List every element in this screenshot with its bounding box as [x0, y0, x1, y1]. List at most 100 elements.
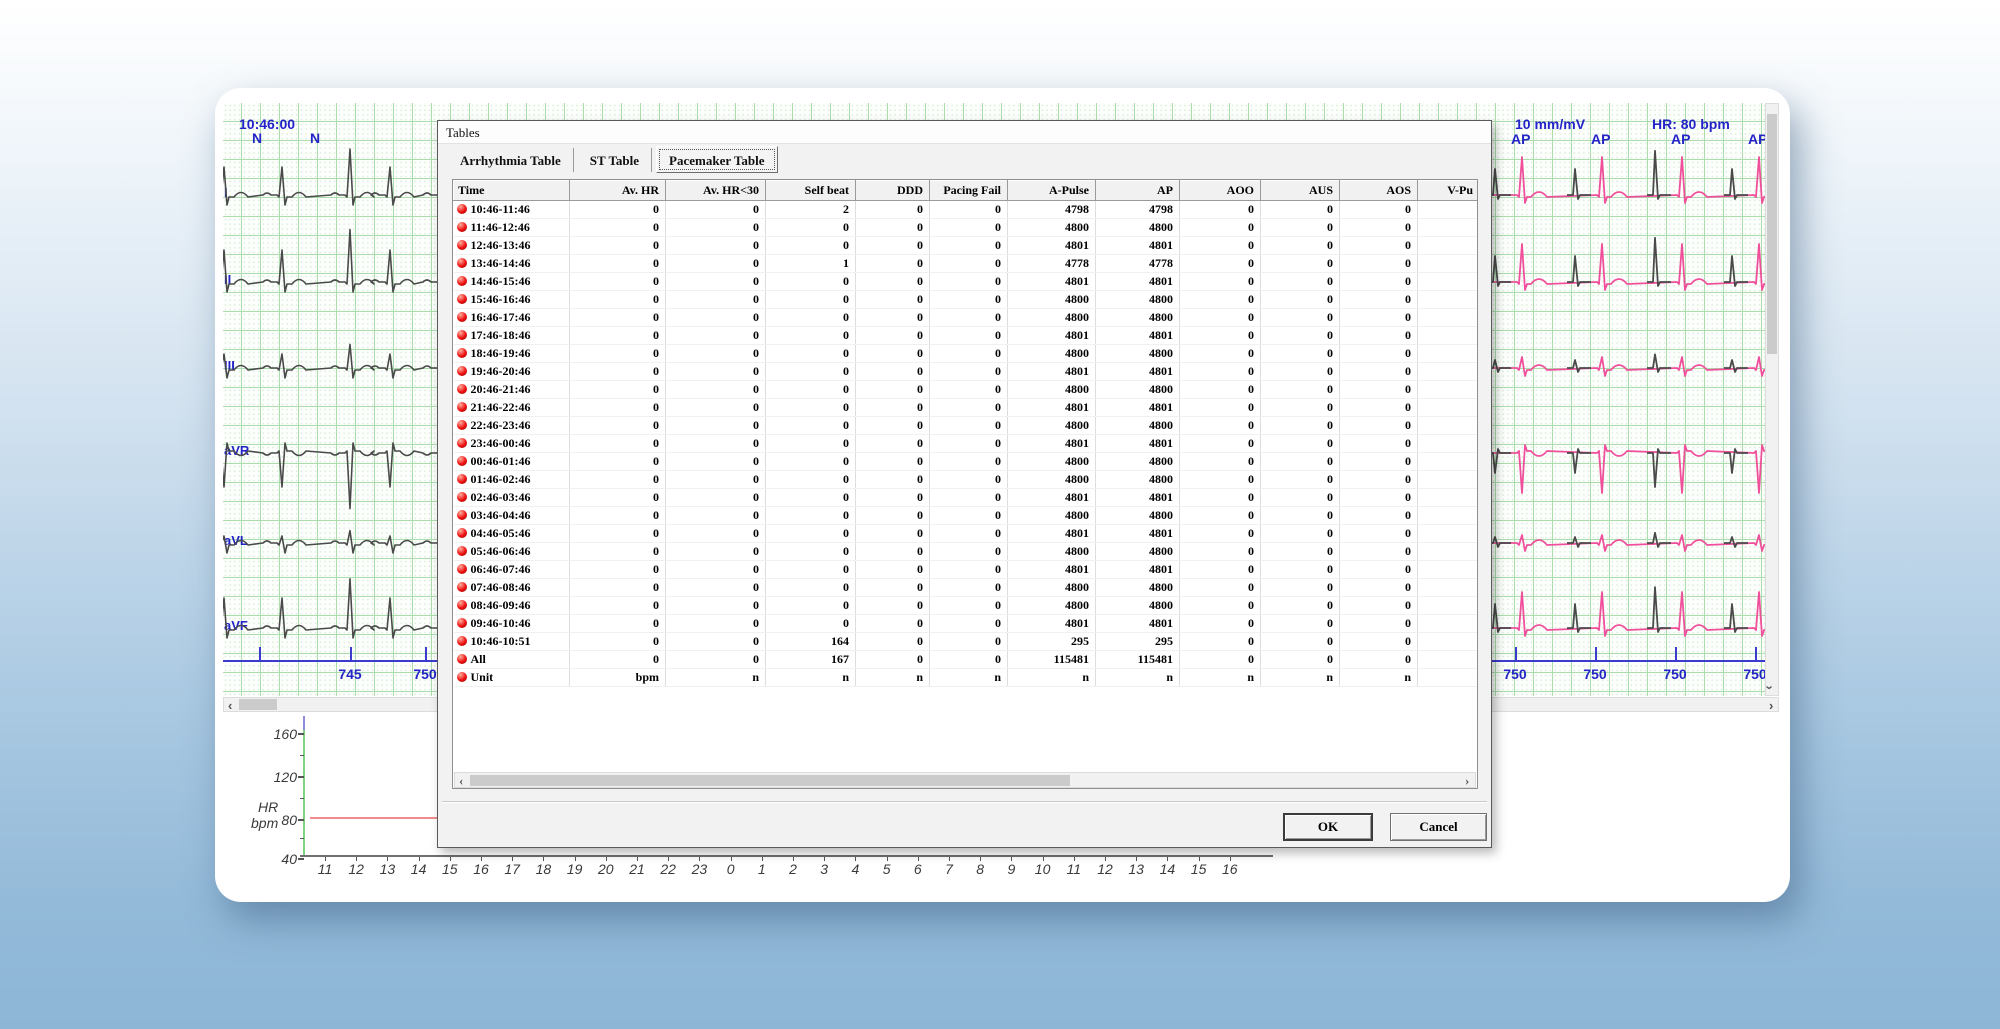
- table-row[interactable]: 10:46-10:510016400295295000: [454, 633, 1479, 651]
- hr-y-minor-tick: [300, 755, 304, 756]
- table-row[interactable]: 05:46-06:460000048004800000: [454, 543, 1479, 561]
- horizontal-scrollbar-thumb[interactable]: [239, 699, 277, 710]
- table-row[interactable]: 19:46-20:460000048014801000: [454, 363, 1479, 381]
- table-header-row[interactable]: TimeAv. HRAv. HR<30Self beatDDDPacing Fa…: [454, 181, 1479, 201]
- table-row[interactable]: 09:46-10:460000048014801000: [454, 615, 1479, 633]
- table-row[interactable]: 10:46-11:460020047984798000: [454, 201, 1479, 219]
- column-header-av-hr-30[interactable]: Av. HR<30: [666, 181, 766, 201]
- red-event-icon: [457, 420, 467, 430]
- table-row[interactable]: 22:46-23:460000048004800000: [454, 417, 1479, 435]
- time-cell: 22:46-23:46: [454, 417, 570, 435]
- value-cell: 0: [856, 651, 930, 669]
- ecg-vertical-scrollbar[interactable]: ›: [1765, 103, 1779, 696]
- tab-arrhythmia-table[interactable]: Arrhythmia Table: [448, 148, 574, 172]
- red-event-icon: [457, 258, 467, 268]
- value-cell: 0: [930, 489, 1008, 507]
- value-cell: 0: [930, 525, 1008, 543]
- table-row[interactable]: All0016700115481115481000: [454, 651, 1479, 669]
- value-cell: 0: [570, 453, 666, 471]
- table-row[interactable]: 14:46-15:460000048014801000: [454, 273, 1479, 291]
- red-event-icon: [457, 312, 467, 322]
- cancel-button[interactable]: Cancel: [1390, 813, 1487, 841]
- timeline-tick: [1675, 647, 1677, 660]
- table-row[interactable]: 06:46-07:460000048014801000: [454, 561, 1479, 579]
- value-cell: 4801: [1008, 363, 1096, 381]
- table-row[interactable]: 18:46-19:460000048004800000: [454, 345, 1479, 363]
- column-header-pacing-fail[interactable]: Pacing Fail: [930, 181, 1008, 201]
- value-cell: 0: [1261, 255, 1340, 273]
- time-cell: 16:46-17:46: [454, 309, 570, 327]
- table-row[interactable]: 15:46-16:460000048004800000: [454, 291, 1479, 309]
- scroll-down-icon[interactable]: ›: [1764, 685, 1777, 689]
- value-cell: 0: [1261, 489, 1340, 507]
- table-row[interactable]: 17:46-18:460000048014801000: [454, 327, 1479, 345]
- value-cell: 0: [666, 201, 766, 219]
- value-cell: 0: [666, 255, 766, 273]
- table-row[interactable]: 00:46-01:460000048004800000: [454, 453, 1479, 471]
- value-cell: 0: [1180, 291, 1261, 309]
- value-cell: 0: [570, 489, 666, 507]
- time-cell: 19:46-20:46: [454, 363, 570, 381]
- column-header-self-beat[interactable]: Self beat: [766, 181, 856, 201]
- column-header-ap[interactable]: AP: [1096, 181, 1180, 201]
- vertical-scrollbar-thumb[interactable]: [1767, 114, 1777, 354]
- value-cell: 0: [1261, 597, 1340, 615]
- value-cell: 0: [666, 273, 766, 291]
- value-cell: 0: [856, 597, 930, 615]
- scroll-left-icon[interactable]: ‹: [228, 699, 232, 712]
- table-scroll-left-icon[interactable]: ‹: [459, 774, 463, 787]
- column-header-av-hr[interactable]: Av. HR: [570, 181, 666, 201]
- value-cell: 115481: [1096, 651, 1180, 669]
- column-header-ddd[interactable]: DDD: [856, 181, 930, 201]
- value-cell: 0: [1180, 381, 1261, 399]
- value-cell: 0: [666, 471, 766, 489]
- tab-pacemaker-table[interactable]: Pacemaker Table: [656, 146, 777, 173]
- column-header-aos[interactable]: AOS: [1340, 181, 1418, 201]
- time-cell: 03:46-04:46: [454, 507, 570, 525]
- value-cell: 0: [666, 399, 766, 417]
- scroll-right-icon[interactable]: ›: [1769, 699, 1773, 712]
- value-cell: 0: [1340, 273, 1418, 291]
- value-cell: 4800: [1096, 417, 1180, 435]
- column-header-a-pulse[interactable]: A-Pulse: [1008, 181, 1096, 201]
- column-header-aoo[interactable]: AOO: [1180, 181, 1261, 201]
- table-row[interactable]: 01:46-02:460000048004800000: [454, 471, 1479, 489]
- value-cell: 0: [1180, 255, 1261, 273]
- desktop-background: 10:46:00 NN IIIIIIaVRaVLaVF 10 mm/mV HR:…: [0, 0, 2000, 1029]
- timeline-tick: [1595, 647, 1597, 660]
- value-cell: 4801: [1096, 489, 1180, 507]
- column-header-v-pu[interactable]: V-Pu: [1418, 181, 1479, 201]
- table-row[interactable]: 08:46-09:460000048004800000: [454, 597, 1479, 615]
- table-row[interactable]: 12:46-13:460000048014801000: [454, 237, 1479, 255]
- column-header-time[interactable]: Time: [454, 181, 570, 201]
- value-cell: 0: [1180, 453, 1261, 471]
- ok-button[interactable]: OK: [1283, 813, 1373, 841]
- timeline-number: 745: [338, 666, 361, 682]
- hr-y-tick: [298, 819, 304, 821]
- table-row[interactable]: Unitbpmnnnnnnnnn: [454, 669, 1479, 687]
- table-horizontal-scrollbar[interactable]: ‹ ›: [454, 772, 1476, 788]
- table-row[interactable]: 23:46-00:460000048014801000: [454, 435, 1479, 453]
- table-scrollbar-thumb[interactable]: [470, 775, 1070, 786]
- red-event-icon: [457, 366, 467, 376]
- table-row[interactable]: 20:46-21:460000048004800000: [454, 381, 1479, 399]
- table-row[interactable]: 04:46-05:460000048014801000: [454, 525, 1479, 543]
- value-cell: 0: [666, 291, 766, 309]
- time-cell: 10:46-11:46: [454, 201, 570, 219]
- red-event-icon: [457, 204, 467, 214]
- table-row[interactable]: 02:46-03:460000048014801000: [454, 489, 1479, 507]
- value-cell: 0: [1261, 561, 1340, 579]
- hr-x-tick-label: 18: [533, 862, 553, 876]
- table-row[interactable]: 03:46-04:460000048004800000: [454, 507, 1479, 525]
- table-row[interactable]: 21:46-22:460000048014801000: [454, 399, 1479, 417]
- value-cell: 0: [1261, 543, 1340, 561]
- value-cell: 4800: [1008, 417, 1096, 435]
- column-header-aus[interactable]: AUS: [1261, 181, 1340, 201]
- table-row[interactable]: 11:46-12:460000048004800000: [454, 219, 1479, 237]
- tab-st-table[interactable]: ST Table: [578, 148, 652, 172]
- table-row[interactable]: 07:46-08:460000048004800000: [454, 579, 1479, 597]
- table-scroll-right-icon[interactable]: ›: [1465, 774, 1469, 787]
- value-cell: 0: [570, 219, 666, 237]
- table-row[interactable]: 13:46-14:460010047784778000: [454, 255, 1479, 273]
- table-row[interactable]: 16:46-17:460000048004800000: [454, 309, 1479, 327]
